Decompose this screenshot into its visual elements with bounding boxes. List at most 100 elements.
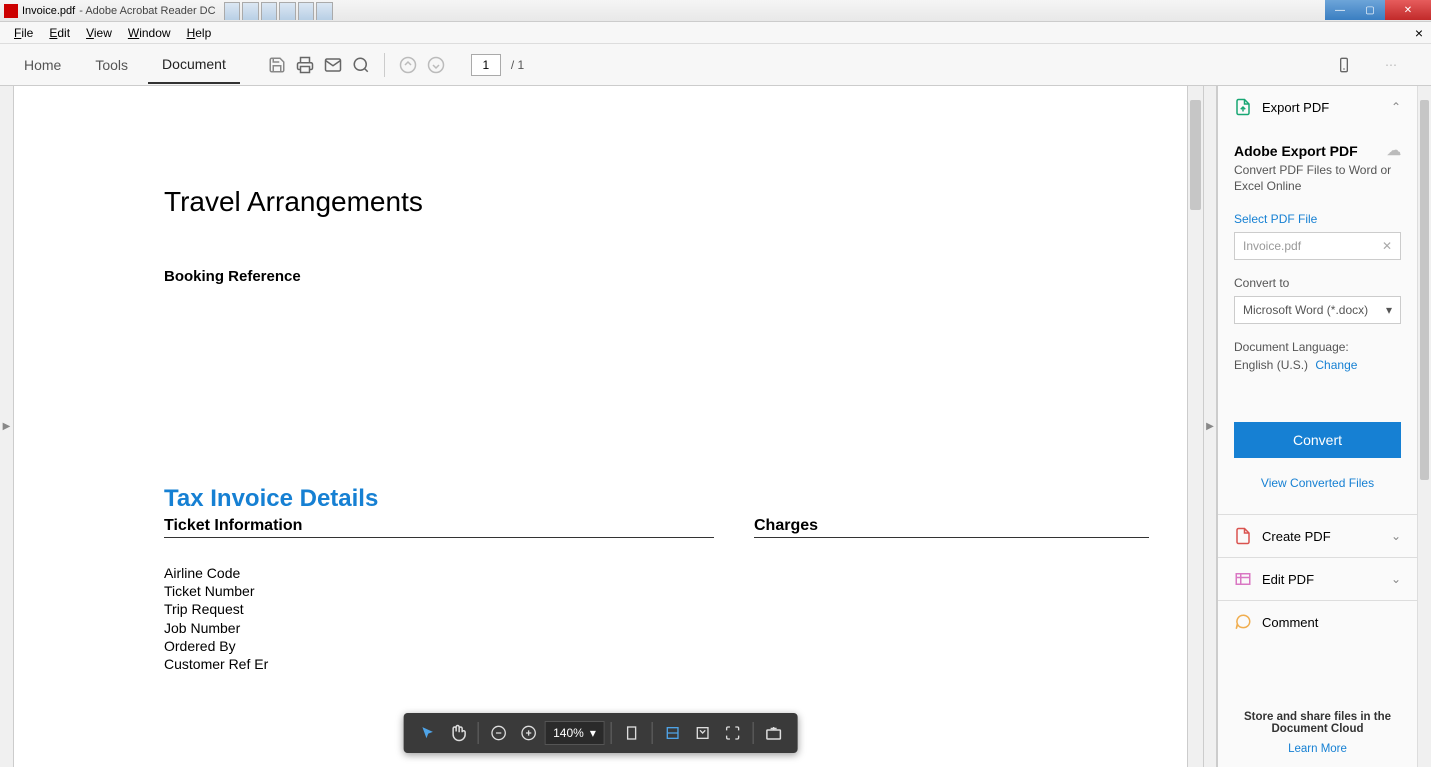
chevron-down-icon: ⌄: [1391, 529, 1401, 543]
edit-pdf-label: Edit PDF: [1262, 572, 1314, 587]
convert-to-label: Convert to: [1234, 276, 1401, 290]
clear-file-icon[interactable]: ✕: [1382, 239, 1392, 253]
search-icon[interactable]: [350, 54, 372, 76]
floating-view-toolbar: 140% ▾: [403, 713, 798, 753]
menu-help[interactable]: Help: [181, 24, 218, 42]
right-panel-toggle[interactable]: ▶: [1203, 86, 1217, 767]
page-number-input[interactable]: [471, 54, 501, 76]
document-language-label: Document Language:: [1234, 340, 1401, 354]
page-total-label: / 1: [511, 58, 524, 72]
hand-tool-icon[interactable]: [443, 719, 471, 747]
ticket-info-heading: Ticket Information: [164, 517, 714, 538]
background-tabs: [224, 2, 1431, 20]
doc-title: Travel Arrangements: [164, 186, 1037, 218]
select-file-label: Select PDF File: [1234, 212, 1401, 226]
menu-file[interactable]: File: [8, 24, 39, 42]
tab-document[interactable]: Document: [148, 46, 240, 84]
field-label: Job Number: [164, 619, 714, 637]
document-viewport: Travel Arrangements Booking Reference Ta…: [14, 86, 1187, 767]
convert-format-select[interactable]: Microsoft Word (*.docx) ▾: [1234, 296, 1401, 324]
read-mode-icon[interactable]: [760, 719, 788, 747]
export-pdf-section-header[interactable]: Export PDF ⌃: [1218, 86, 1417, 128]
chevron-down-icon: ⌄: [1391, 572, 1401, 586]
fit-width-icon[interactable]: [659, 719, 687, 747]
tab-tools[interactable]: Tools: [81, 47, 142, 83]
zoom-value: 140%: [553, 726, 584, 740]
tools-panel: Export PDF ⌃ Adobe Export PDF ☁ Convert …: [1217, 86, 1431, 767]
export-pdf-label: Export PDF: [1262, 100, 1329, 115]
menu-view[interactable]: View: [80, 24, 118, 42]
export-subtitle: Convert PDF Files to Word or Excel Onlin…: [1234, 163, 1401, 194]
tab-home[interactable]: Home: [10, 47, 75, 83]
menu-bar: File Edit View Window Help ×: [0, 22, 1431, 44]
titlebar-filename: Invoice.pdf: [22, 5, 75, 17]
edit-pdf-section[interactable]: Edit PDF ⌄: [1218, 558, 1417, 601]
chevron-up-icon: ⌃: [1391, 100, 1401, 114]
window-titlebar: Invoice.pdf - Adobe Acrobat Reader DC — …: [0, 0, 1431, 22]
panel-vertical-scrollbar[interactable]: [1417, 86, 1431, 767]
menu-edit[interactable]: Edit: [43, 24, 76, 42]
print-icon[interactable]: [294, 54, 316, 76]
select-tool-icon[interactable]: [413, 719, 441, 747]
window-close-button[interactable]: ✕: [1385, 0, 1431, 20]
zoom-in-icon[interactable]: [514, 719, 542, 747]
ticket-fields: Airline Code Ticket Number Trip Request …: [164, 564, 714, 673]
scrollbar-thumb[interactable]: [1420, 100, 1429, 480]
export-pdf-icon: [1234, 98, 1252, 116]
scrollbar-thumb[interactable]: [1190, 100, 1201, 210]
document-vertical-scrollbar[interactable]: [1187, 86, 1203, 767]
field-label: Customer Ref Er: [164, 655, 714, 673]
left-panel-toggle[interactable]: ▶: [0, 86, 14, 767]
create-pdf-label: Create PDF: [1262, 529, 1331, 544]
view-converted-files-link[interactable]: View Converted Files: [1234, 476, 1401, 490]
page-down-icon[interactable]: [425, 54, 447, 76]
save-icon[interactable]: [266, 54, 288, 76]
create-pdf-section[interactable]: Create PDF ⌄: [1218, 515, 1417, 558]
field-label: Ordered By: [164, 637, 714, 655]
zoom-level-dropdown[interactable]: 140% ▾: [544, 721, 605, 745]
cloud-footer-text: Store and share files in the Document Cl…: [1232, 711, 1403, 735]
email-icon[interactable]: [322, 54, 344, 76]
field-label: Trip Request: [164, 600, 714, 618]
main-area: ▶ Travel Arrangements Booking Reference …: [0, 86, 1431, 767]
window-maximize-button[interactable]: ▢: [1355, 0, 1385, 20]
cloud-icon: ☁: [1387, 142, 1401, 159]
titlebar-app-name: - Adobe Acrobat Reader DC: [79, 5, 215, 17]
page-up-icon[interactable]: [397, 54, 419, 76]
fit-page-icon[interactable]: [618, 719, 646, 747]
fit-visible-icon[interactable]: [689, 719, 717, 747]
zoom-out-icon[interactable]: [484, 719, 512, 747]
comment-icon: [1234, 613, 1252, 631]
field-label: Ticket Number: [164, 582, 714, 600]
menu-window[interactable]: Window: [122, 24, 177, 42]
app-icon: [4, 4, 18, 18]
bg-tab[interactable]: [279, 2, 296, 20]
change-language-link[interactable]: Change: [1315, 358, 1357, 372]
comment-label: Comment: [1262, 615, 1318, 630]
dropdown-caret-icon: ▾: [590, 726, 596, 740]
edit-pdf-icon: [1234, 570, 1252, 588]
bg-tab[interactable]: [242, 2, 259, 20]
charges-heading: Charges: [754, 517, 1149, 538]
bg-tab[interactable]: [224, 2, 241, 20]
dropdown-caret-icon: ▾: [1386, 303, 1392, 317]
toolbar: Home Tools Document / 1 ⋯: [0, 44, 1431, 86]
learn-more-link[interactable]: Learn More: [1232, 743, 1403, 755]
bg-tab[interactable]: [261, 2, 278, 20]
bg-tab[interactable]: [298, 2, 315, 20]
convert-format-value: Microsoft Word (*.docx): [1243, 303, 1368, 317]
selected-file-box[interactable]: Invoice.pdf ✕: [1234, 232, 1401, 260]
comment-section[interactable]: Comment: [1218, 601, 1417, 643]
convert-button[interactable]: Convert: [1234, 422, 1401, 458]
close-document-button[interactable]: ×: [1415, 25, 1423, 41]
booking-reference-label: Booking Reference: [164, 268, 1037, 285]
mobile-icon[interactable]: [1333, 54, 1355, 76]
field-label: Airline Code: [164, 564, 714, 582]
document-language-value: English (U.S.): [1234, 358, 1308, 372]
bg-tab[interactable]: [316, 2, 333, 20]
window-minimize-button[interactable]: —: [1325, 0, 1355, 20]
pdf-page[interactable]: Travel Arrangements Booking Reference Ta…: [14, 86, 1187, 767]
fullscreen-icon[interactable]: [719, 719, 747, 747]
signin-icon[interactable]: ⋯: [1361, 54, 1421, 76]
tax-invoice-title: Tax Invoice Details: [164, 485, 1037, 513]
